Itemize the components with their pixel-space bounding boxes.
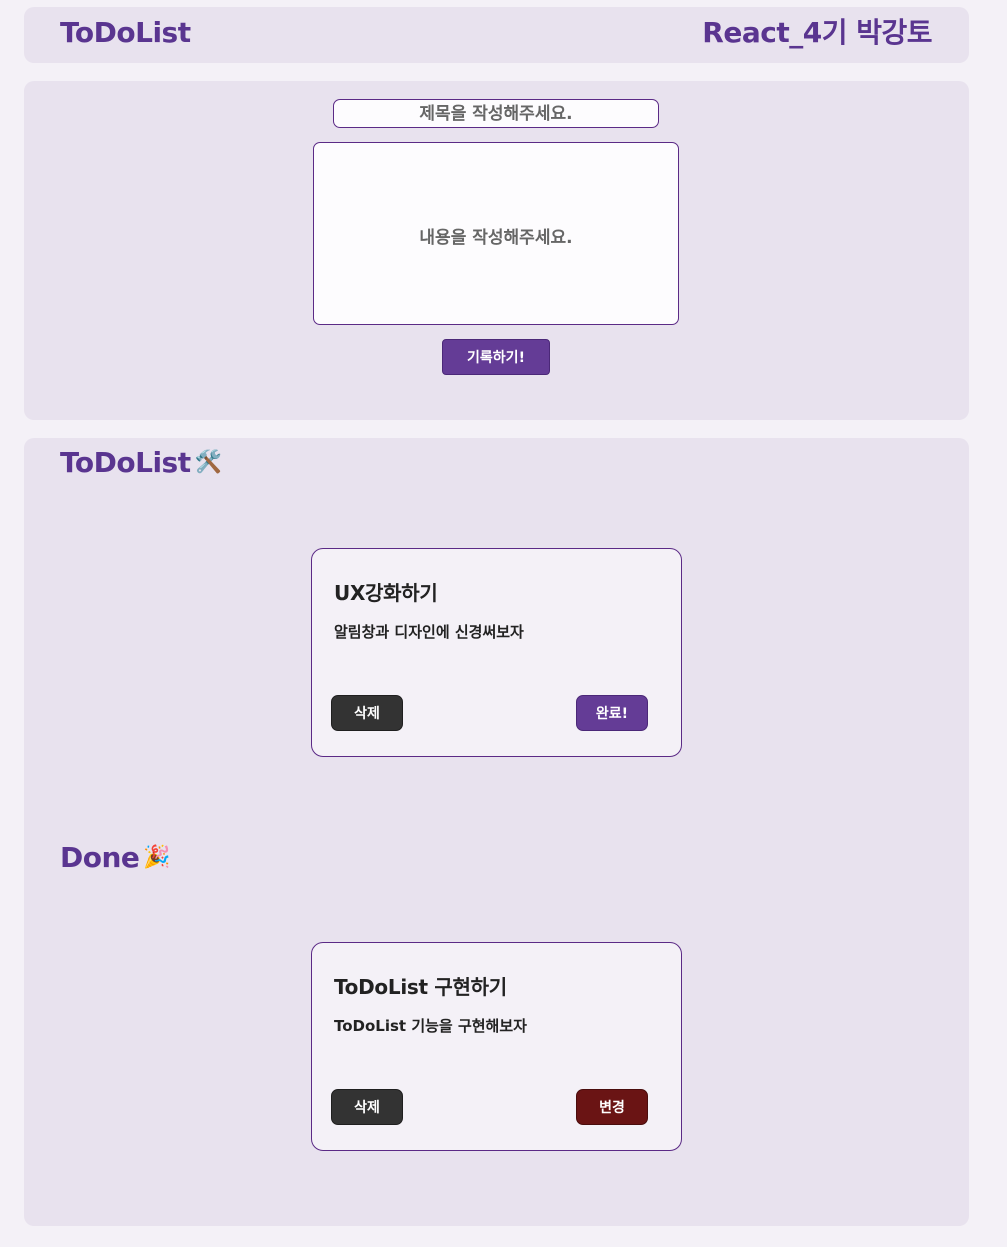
tools-icon: 🛠️ — [194, 449, 222, 475]
app-title: ToDoList — [60, 16, 191, 49]
done-section-label: Done — [60, 841, 140, 874]
done-section-title: Done 🎉 — [60, 841, 171, 874]
delete-button[interactable]: 삭제 — [331, 695, 403, 731]
card-body: ToDoList 기능을 구현해보자 — [334, 1017, 527, 1035]
todo-card: UX강화하기 알림창과 디자인에 신경써보자 삭제 완료! — [311, 548, 682, 757]
todo-section-title: ToDoList 🛠️ — [60, 446, 222, 479]
card-body: 알림창과 디자인에 신경써보자 — [334, 623, 524, 641]
content-input[interactable] — [313, 142, 679, 325]
card-title: ToDoList 구현하기 — [334, 975, 507, 999]
submit-button[interactable]: 기록하기! — [442, 339, 550, 375]
title-input[interactable] — [333, 99, 659, 128]
delete-button[interactable]: 삭제 — [331, 1089, 403, 1125]
todo-section-label: ToDoList — [60, 446, 191, 479]
app-header: ToDoList React_4기 박강토 — [24, 7, 969, 63]
change-button[interactable]: 변경 — [576, 1089, 648, 1125]
done-card: ToDoList 구현하기 ToDoList 기능을 구현해보자 삭제 변경 — [311, 942, 682, 1151]
author-label: React_4기 박강토 — [702, 16, 932, 49]
card-title: UX강화하기 — [334, 581, 438, 605]
todo-form: 기록하기! — [24, 81, 969, 420]
complete-button[interactable]: 완료! — [576, 695, 648, 731]
list-panel: ToDoList 🛠️ UX강화하기 알림창과 디자인에 신경써보자 삭제 완료… — [24, 438, 969, 1226]
party-popper-icon: 🎉 — [143, 844, 171, 870]
